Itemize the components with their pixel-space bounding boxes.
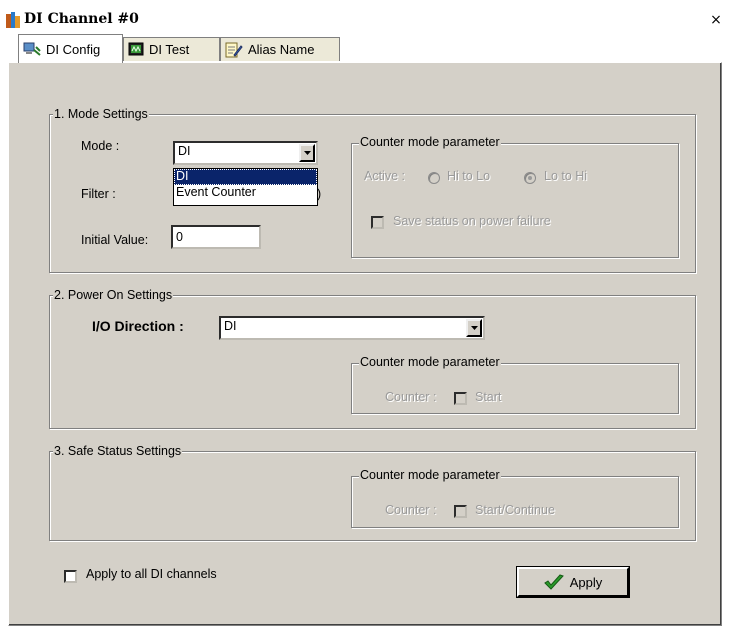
radio-lo-to-hi[interactable] bbox=[524, 172, 536, 184]
notepad-pencil-icon bbox=[225, 42, 243, 57]
network-config-icon bbox=[23, 42, 41, 56]
apply-all-label: Apply to all DI channels bbox=[86, 567, 217, 581]
counter-params-legend: Counter mode parameter bbox=[359, 468, 501, 482]
start-continue-checkbox[interactable] bbox=[454, 505, 467, 518]
counter-params-legend: Counter mode parameter bbox=[359, 135, 501, 149]
active-label: Active : bbox=[364, 169, 405, 183]
tab-di-config[interactable]: DI Config bbox=[18, 34, 123, 63]
counter-params-group-3 bbox=[351, 476, 679, 528]
apply-all-checkbox[interactable] bbox=[64, 570, 77, 583]
start-continue-label: Start/Continue bbox=[475, 503, 555, 517]
close-button[interactable]: × bbox=[708, 12, 724, 28]
counter-params-group-1 bbox=[351, 143, 679, 258]
counter-label: Counter : bbox=[385, 390, 437, 404]
apply-button[interactable]: Apply bbox=[516, 566, 630, 598]
mode-option-di[interactable]: DI bbox=[174, 169, 317, 185]
window-title: DI Channel #0 bbox=[24, 11, 139, 27]
app-icon bbox=[6, 12, 20, 28]
io-direction-select[interactable]: DI bbox=[219, 316, 485, 340]
mode-settings-legend: 1. Mode Settings bbox=[53, 107, 149, 121]
io-direction-label: I/O Direction : bbox=[92, 318, 184, 334]
power-on-legend: 2. Power On Settings bbox=[53, 288, 174, 302]
apply-button-label: Apply bbox=[569, 574, 603, 590]
mode-select-value: DI bbox=[178, 144, 191, 158]
save-status-label: Save status on power failure bbox=[393, 214, 551, 228]
safe-status-legend: 3. Safe Status Settings bbox=[53, 444, 183, 458]
checkmark-icon bbox=[543, 574, 564, 590]
counter-params-legend: Counter mode parameter bbox=[359, 355, 501, 369]
filter-label: Filter : bbox=[81, 187, 116, 201]
chevron-down-icon[interactable] bbox=[466, 319, 482, 337]
start-checkbox[interactable] bbox=[454, 392, 467, 405]
counter-params-group-2 bbox=[351, 363, 679, 414]
initial-value-input[interactable] bbox=[171, 225, 261, 249]
io-direction-value: DI bbox=[224, 319, 237, 333]
hi-to-lo-label: Hi to Lo bbox=[447, 169, 491, 183]
mode-label: Mode : bbox=[81, 139, 120, 153]
start-label: Start bbox=[475, 390, 502, 404]
tab-label: Alias Name bbox=[248, 42, 315, 57]
tab-alias-name[interactable]: Alias Name bbox=[220, 37, 340, 61]
mode-option-event-counter[interactable]: Event Counter bbox=[174, 185, 317, 201]
save-status-checkbox[interactable] bbox=[371, 216, 384, 229]
mode-select[interactable]: DI bbox=[173, 141, 318, 165]
tab-di-test[interactable]: DI Test bbox=[123, 37, 220, 61]
initial-value-label: Initial Value: bbox=[81, 233, 149, 247]
mode-dropdown-list: DI Event Counter bbox=[173, 168, 318, 206]
monitor-test-icon bbox=[128, 42, 144, 55]
counter-label: Counter : bbox=[385, 503, 437, 517]
chevron-down-icon[interactable] bbox=[299, 144, 315, 162]
tab-label: DI Config bbox=[46, 41, 101, 57]
radio-hi-to-lo[interactable] bbox=[428, 172, 440, 184]
lo-to-hi-label: Lo to Hi bbox=[544, 169, 588, 183]
tab-label: DI Test bbox=[149, 42, 190, 57]
